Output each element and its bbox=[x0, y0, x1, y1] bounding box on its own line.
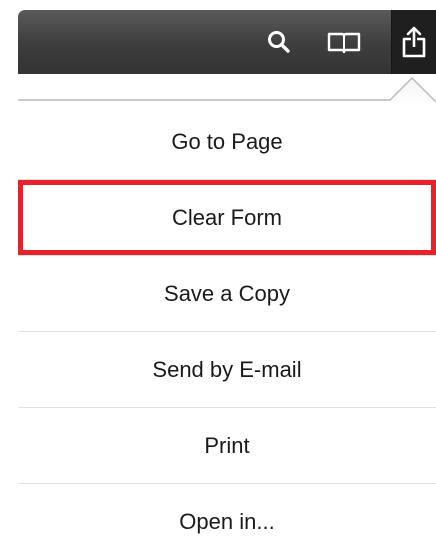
menu-item-clear-form[interactable]: Clear Form bbox=[18, 180, 436, 256]
share-icon bbox=[402, 26, 425, 58]
menu-item-open-in[interactable]: Open in... bbox=[18, 484, 436, 538]
share-button[interactable] bbox=[391, 10, 436, 74]
search-icon bbox=[268, 31, 290, 53]
menu-item-print[interactable]: Print bbox=[18, 408, 436, 484]
share-menu: Go to Page Clear Form Save a Copy Send b… bbox=[18, 104, 436, 538]
menu-item-save-a-copy[interactable]: Save a Copy bbox=[18, 256, 436, 332]
search-button[interactable] bbox=[256, 10, 302, 74]
menu-item-label: Open in... bbox=[179, 509, 275, 534]
menu-item-go-to-page[interactable]: Go to Page bbox=[18, 104, 436, 180]
app-window: Go to Page Clear Form Save a Copy Send b… bbox=[18, 10, 436, 538]
menu-item-label: Print bbox=[204, 432, 250, 458]
popover-arrow bbox=[18, 77, 436, 104]
book-icon bbox=[327, 32, 361, 54]
menu-item-label: Go to Page bbox=[171, 128, 283, 154]
menu-item-send-by-email[interactable]: Send by E-mail bbox=[18, 332, 436, 408]
menu-item-label: Send by E-mail bbox=[152, 356, 302, 382]
menu-item-label: Clear Form bbox=[171, 204, 282, 230]
menu-item-label: Save a Copy bbox=[164, 280, 290, 306]
bookmarks-button[interactable] bbox=[316, 10, 372, 74]
toolbar bbox=[18, 10, 436, 74]
